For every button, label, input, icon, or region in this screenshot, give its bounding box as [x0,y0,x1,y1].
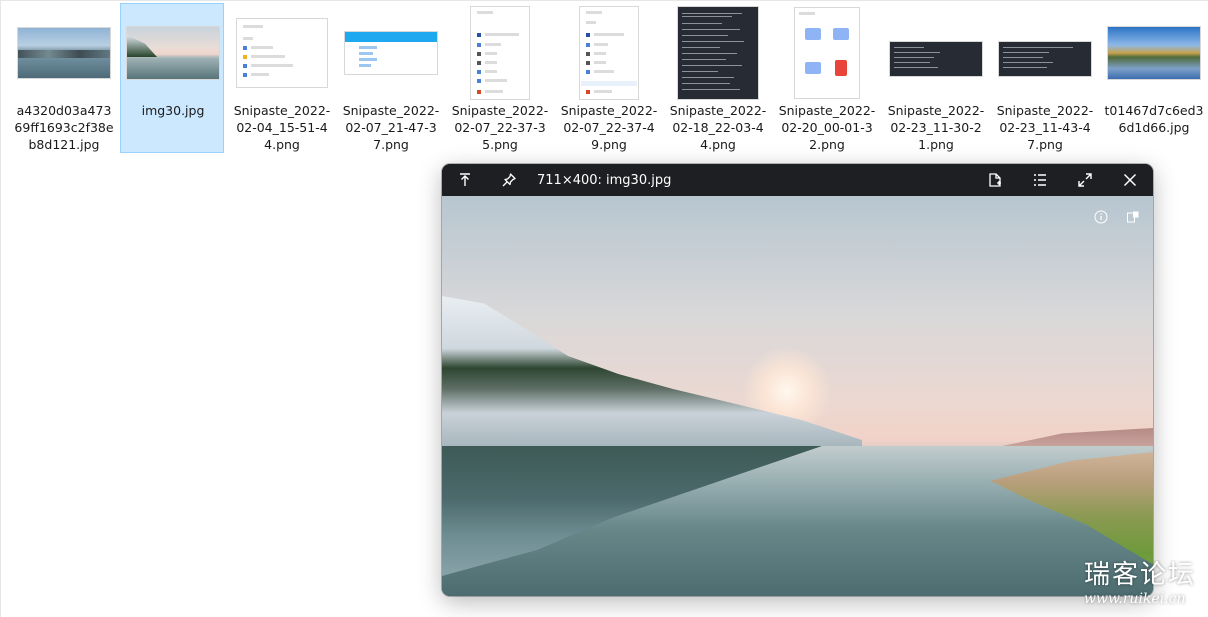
file-item[interactable]: Snipaste_2022-02-23_11-43-47.png [992,3,1096,153]
file-name: Snipaste_2022-02-04_15-51-44.png [233,103,331,152]
info-icon[interactable] [1092,208,1110,226]
file-thumbnail [345,32,437,74]
file-item[interactable]: Snipaste_2022-02-20_00-01-32.png [774,3,878,153]
file-name: Snipaste_2022-02-20_00-01-32.png [778,103,876,152]
watermark-url: www.ruikei.cn [1084,591,1186,607]
file-name: Snipaste_2022-02-07_22-37-49.png [560,103,658,152]
pin-top-icon[interactable] [451,168,479,192]
file-thumbnail [1108,27,1200,79]
file-item[interactable]: t01467d7c6ed36d1d66.jpg [1101,3,1205,153]
file-name: Snipaste_2022-02-18_22-03-44.png [669,103,767,152]
image-viewer-window[interactable]: 711×400: img30.jpg [442,164,1153,596]
compare-icon[interactable] [1124,208,1142,226]
file-item-selected[interactable]: img30.jpg [120,3,224,153]
file-item[interactable]: Snipaste_2022-02-07_21-47-37.png [338,3,442,153]
close-icon[interactable] [1116,168,1144,192]
file-name: img30.jpg [141,103,205,118]
file-thumbnail [999,42,1091,76]
viewer-toolbar: 711×400: img30.jpg [442,164,1153,196]
far-hill [1002,428,1153,446]
file-name: a4320d03a47369ff1693c2f38eb8d121.jpg [14,103,114,152]
watermark: 瑞客论坛 www.ruikei.cn [1084,560,1208,617]
file-name: Snipaste_2022-02-23_11-43-47.png [996,103,1094,152]
expand-icon[interactable] [1071,168,1099,192]
file-thumbnail [18,28,110,78]
file-name: t01467d7c6ed36d1d66.jpg [1104,103,1204,135]
file-item[interactable]: Snipaste_2022-02-23_11-30-21.png [883,3,987,153]
watermark-title: 瑞客论坛 [1084,560,1197,590]
file-thumbnail [237,19,327,87]
file-item[interactable]: Snipaste_2022-02-07_22-37-35.png [447,3,551,153]
list-icon[interactable] [1026,168,1054,192]
file-thumbnail [890,42,982,76]
pin-icon[interactable] [495,168,523,192]
window-top-border [0,0,1208,1]
file-thumbnail [678,7,758,99]
file-item[interactable]: Snipaste_2022-02-18_22-03-44.png [665,3,769,153]
file-item[interactable]: Snipaste_2022-02-07_22-37-49.png [556,3,660,153]
new-document-icon[interactable] [981,168,1009,192]
file-name: Snipaste_2022-02-23_11-30-21.png [887,103,985,152]
file-name: Snipaste_2022-02-07_21-47-37.png [342,103,440,152]
file-name: Snipaste_2022-02-07_22-37-35.png [451,103,549,152]
file-thumbnail [580,7,638,99]
file-thumbnail [795,8,859,98]
viewer-title: 711×400: img30.jpg [537,173,672,188]
file-item[interactable]: a4320d03a47369ff1693c2f38eb8d121.jpg [11,3,115,153]
file-thumbnail [471,7,529,99]
window-left-border [0,0,1,617]
file-thumbnail [127,27,219,79]
file-item[interactable]: Snipaste_2022-02-04_15-51-44.png [229,3,333,153]
viewer-image [442,196,1153,596]
